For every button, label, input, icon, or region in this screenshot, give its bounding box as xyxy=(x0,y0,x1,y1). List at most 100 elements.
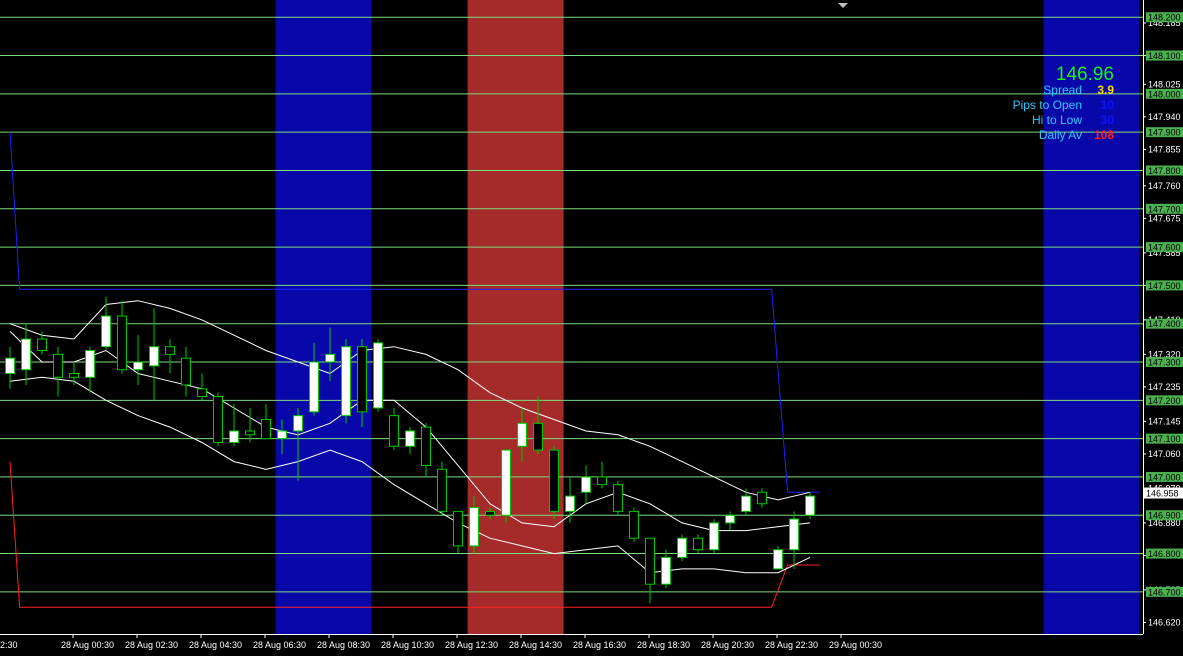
time-label: 29 Aug 00:30 xyxy=(829,640,882,650)
bull-candle xyxy=(373,342,383,409)
bear-candle xyxy=(597,476,607,486)
chart-shift-marker xyxy=(838,3,848,8)
level-price-label: 146.700 xyxy=(1148,587,1181,597)
bull-candle xyxy=(677,537,687,558)
bull-candle xyxy=(709,522,719,551)
bear-candle xyxy=(245,430,255,436)
level-price-label: 147.400 xyxy=(1148,319,1181,329)
bear-candle xyxy=(181,357,191,386)
bull-candle xyxy=(565,495,575,512)
price-tick-label: 147.675 xyxy=(1148,213,1181,223)
time-label: 28 Aug 14:30 xyxy=(509,640,562,650)
bear-candle xyxy=(693,537,703,551)
level-price-label: 147.300 xyxy=(1148,358,1181,368)
level-price-label: 147.200 xyxy=(1148,396,1181,406)
level-price-label: 148.200 xyxy=(1148,13,1181,23)
bear-candle xyxy=(53,353,63,378)
bull-candle xyxy=(725,514,735,524)
bear-candle xyxy=(613,484,623,512)
bull-candle xyxy=(517,422,527,447)
level-price-label: 146.800 xyxy=(1148,549,1181,559)
hi-to-low-value: 30 xyxy=(1100,113,1114,127)
level-price-label: 147.600 xyxy=(1148,243,1181,253)
bull-candle xyxy=(293,415,303,432)
bull-candle xyxy=(85,350,95,378)
bear-candle xyxy=(117,315,127,371)
pips-to-open-value: 10 xyxy=(1100,98,1114,112)
current-price-label: 146.958 xyxy=(1146,489,1179,499)
bull-candle xyxy=(229,430,239,443)
price-tick-label: 147.060 xyxy=(1148,449,1181,459)
bear-candle xyxy=(213,395,223,443)
bull-candle xyxy=(21,338,31,371)
price-tick-label: 147.235 xyxy=(1148,382,1181,392)
bear-candle xyxy=(69,373,79,378)
bull-candle xyxy=(501,449,511,516)
bull-candle xyxy=(341,346,351,417)
price-tick-label: 147.855 xyxy=(1148,144,1181,154)
bull-candle xyxy=(469,507,479,547)
band-lower-line xyxy=(9,376,811,574)
bear-candle xyxy=(437,468,447,512)
bull-candle xyxy=(661,556,671,585)
price-tick-label: 146.620 xyxy=(1148,618,1181,628)
bear-candle xyxy=(549,449,559,512)
bear-candle xyxy=(645,537,655,585)
pips-to-open-row: Pips to Open 10 xyxy=(990,98,1114,112)
bear-candle xyxy=(389,415,399,447)
bull-candle xyxy=(405,430,415,447)
time-label: 28 Aug 20:30 xyxy=(701,640,754,650)
bull-candle xyxy=(581,476,591,493)
time-label: 28 Aug 06:30 xyxy=(253,640,306,650)
price-tick-label: 148.025 xyxy=(1148,79,1181,89)
bear-candle xyxy=(533,422,543,451)
level-price-label: 147.700 xyxy=(1148,204,1181,214)
bull-candle xyxy=(133,361,143,371)
level-price-label: 146.900 xyxy=(1148,511,1181,521)
time-label-partial: 2:30 xyxy=(0,640,18,650)
time-label: 28 Aug 08:30 xyxy=(317,640,370,650)
bull-candle xyxy=(325,353,335,363)
level-price-label: 148.100 xyxy=(1148,51,1181,61)
hi-to-low-label: Hi to Low xyxy=(1031,113,1082,127)
spread-value: 3.9 xyxy=(1097,83,1114,97)
time-label: 28 Aug 16:30 xyxy=(573,640,626,650)
bull-candle xyxy=(101,315,111,348)
time-label: 28 Aug 02:30 xyxy=(125,640,178,650)
time-label: 28 Aug 00:30 xyxy=(61,640,114,650)
level-price-label: 147.800 xyxy=(1148,166,1181,176)
daily-average-label: Daily Av xyxy=(1038,128,1082,142)
spread-label: Spread xyxy=(1043,83,1082,97)
bull-candle xyxy=(309,361,319,413)
bull-candle xyxy=(149,346,159,367)
price-tick-label: 147.145 xyxy=(1148,416,1181,426)
bear-candle xyxy=(197,388,207,397)
level-price-label: 147.100 xyxy=(1148,434,1181,444)
spread-row: Spread 3.9 xyxy=(990,83,1114,97)
chart-window[interactable]: 148.185148.100148.025147.940147.855147.7… xyxy=(0,0,1183,656)
bull-candle xyxy=(773,549,783,570)
session-band-blue xyxy=(275,0,372,634)
bear-candle xyxy=(757,491,767,505)
bear-candle xyxy=(37,338,47,352)
time-label: 28 Aug 12:30 xyxy=(445,640,498,650)
time-label: 28 Aug 10:30 xyxy=(381,640,434,650)
pips-to-open-label: Pips to Open xyxy=(1012,98,1082,112)
level-price-label: 147.500 xyxy=(1148,281,1181,291)
bear-candle xyxy=(629,510,639,539)
time-label: 28 Aug 22:30 xyxy=(765,640,818,650)
daily-average-row: Daily Av 108 xyxy=(990,128,1114,142)
bull-candle xyxy=(277,430,287,440)
bear-candle xyxy=(421,426,431,466)
bull-candle xyxy=(805,495,815,516)
bull-candle xyxy=(741,495,751,512)
session-band-red xyxy=(467,0,564,634)
bull-candle xyxy=(5,357,15,375)
price-tick-label: 147.760 xyxy=(1148,181,1181,191)
daily-average-value: 108 xyxy=(1093,128,1114,142)
bear-candle xyxy=(357,346,367,413)
time-label: 28 Aug 18:30 xyxy=(637,640,690,650)
bull-candle xyxy=(789,518,799,551)
bear-candle xyxy=(261,418,271,440)
time-label: 28 Aug 04:30 xyxy=(189,640,242,650)
